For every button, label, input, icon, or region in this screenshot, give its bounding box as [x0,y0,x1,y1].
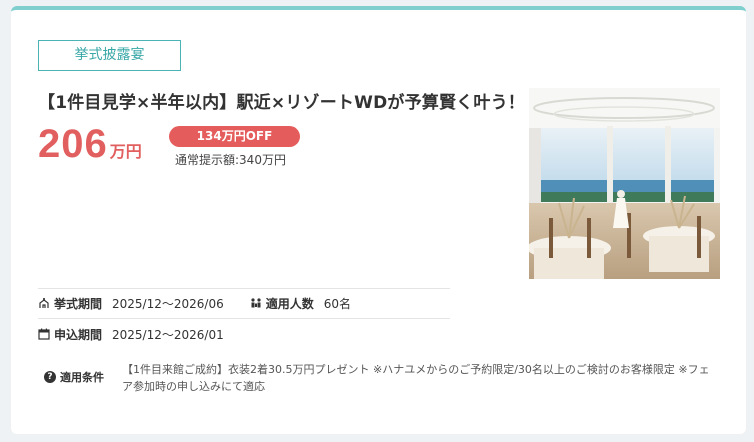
price-unit: 万円 [109,142,142,161]
price-number: 206 [38,122,108,166]
guests-label: 適用人数 [265,296,314,311]
conditions-label: 適用条件 [60,371,104,384]
ceremony-period-label: 挙式期間 [54,296,103,311]
guests-value: 60名 [323,296,352,311]
application-period-row: 申込期間 2025/12〜2026/01 [38,324,224,344]
banquet-hall-photo [529,88,720,279]
conditions-label-group: ? 適用条件 [44,369,104,385]
application-period-label: 申込期間 [54,327,103,342]
chapel-icon [38,297,50,309]
question-circle-icon: ? [44,371,56,383]
price: 206 万円 [38,122,142,167]
regular-price: 通常提示額:340万円 [175,153,286,167]
application-period-value: 2025/12〜2026/01 [112,327,224,342]
ceremony-period-value: 2025/12〜2026/06 [112,296,224,311]
category-tag: 挙式披露宴 [38,40,181,71]
plan-card[interactable]: 挙式披露宴 【1件目見学×半年以内】駅近×リゾートWDが予算賢く叶う！ 206 万… [11,6,746,434]
plan-title[interactable]: 【1件目見学×半年以内】駅近×リゾートWDが予算賢く叶う！ [38,88,525,113]
conditions-text: 【1件目来館ご成約】衣装2着30.5万円プレゼント ※ハナユメからのご予約限定/… [122,363,710,393]
calendar-icon [38,328,50,340]
divider [38,288,450,289]
ceremony-period-row: 挙式期間 2025/12〜2026/06 適用人数 60名 [38,293,351,313]
discount-badge: 134万円OFF [169,126,300,147]
people-icon [250,297,262,309]
plan-photo[interactable] [529,88,720,279]
divider [38,318,450,319]
